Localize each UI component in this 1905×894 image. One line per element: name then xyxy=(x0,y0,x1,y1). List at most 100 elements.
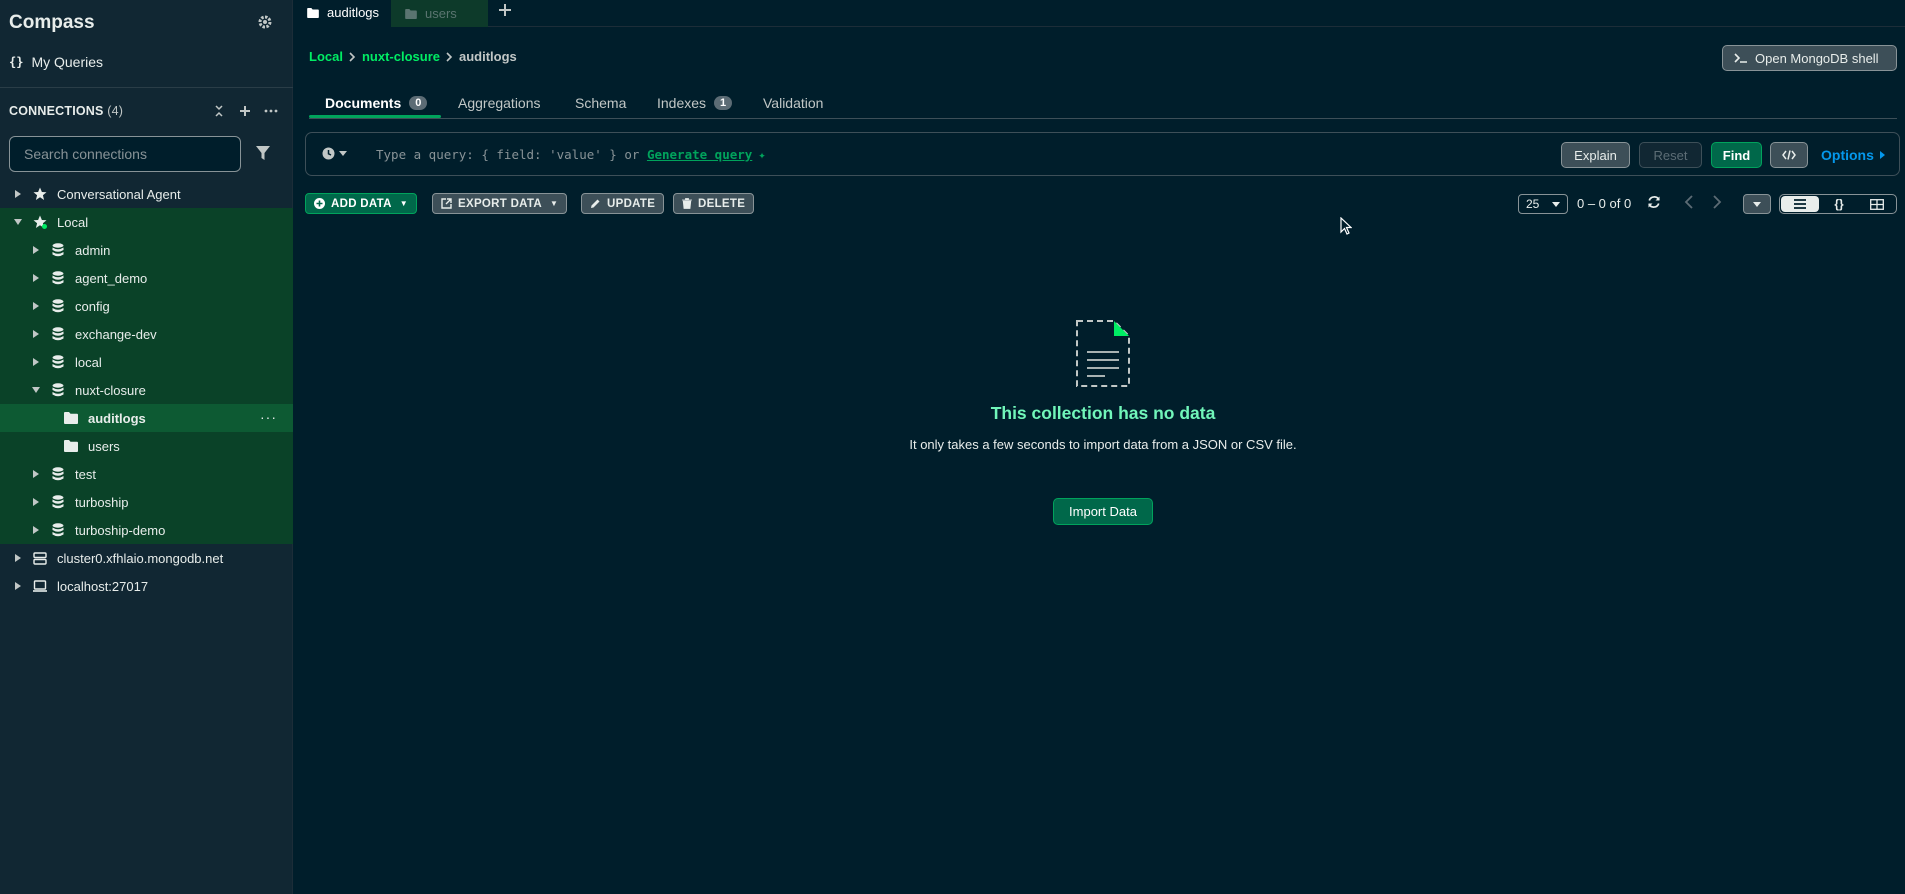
caret-right-icon[interactable] xyxy=(13,581,23,591)
tree-db-turboship-demo[interactable]: turboship-demo xyxy=(0,516,293,544)
subtab-indexes[interactable]: Indexes 1 xyxy=(657,88,733,118)
list-view-icon[interactable] xyxy=(1781,196,1819,212)
chevron-right-icon xyxy=(349,51,356,62)
app-title: Compass xyxy=(9,12,95,33)
terminal-icon xyxy=(1734,52,1748,64)
tree-collection-users[interactable]: users xyxy=(0,432,293,460)
json-view-icon[interactable]: {} xyxy=(1820,195,1858,213)
tree-label: admin xyxy=(75,242,111,258)
caret-right-icon[interactable] xyxy=(31,273,41,283)
database-icon xyxy=(51,495,65,509)
subtab-aggregations[interactable]: Aggregations xyxy=(458,88,541,118)
connections-count: (4) xyxy=(107,104,124,118)
query-history-button[interactable] xyxy=(322,147,347,160)
tree-collection-auditlogs[interactable]: auditlogs ··· xyxy=(0,404,293,432)
laptop-icon xyxy=(33,579,47,593)
subtab-schema[interactable]: Schema xyxy=(575,88,626,118)
open-shell-button[interactable]: Open MongoDB shell xyxy=(1722,45,1897,71)
mouse-cursor-icon xyxy=(1340,217,1352,235)
chevron-right-icon xyxy=(446,51,453,62)
caret-down-icon xyxy=(1753,201,1761,207)
caret-right-icon[interactable] xyxy=(31,245,41,255)
caret-right-icon[interactable] xyxy=(31,357,41,367)
tree-db-exchange-dev[interactable]: exchange-dev xyxy=(0,320,293,348)
export-data-label: EXPORT DATA xyxy=(458,197,543,210)
subtab-label: Validation xyxy=(763,95,824,111)
search-connections-input[interactable] xyxy=(9,136,241,172)
tree-label: cluster0.xfhlaio.mongodb.net xyxy=(57,550,224,566)
tree-db-agent-demo[interactable]: agent_demo xyxy=(0,264,293,292)
code-icon xyxy=(1782,150,1796,160)
tree-db-turboship[interactable]: turboship xyxy=(0,488,293,516)
subtab-label: Indexes xyxy=(657,95,707,111)
database-icon xyxy=(51,383,65,397)
breadcrumb-connection[interactable]: Local xyxy=(309,49,343,64)
new-tab-plus-icon[interactable] xyxy=(499,4,511,16)
caret-right-icon[interactable] xyxy=(31,469,41,479)
table-view-icon[interactable] xyxy=(1858,195,1896,213)
collection-more-icon[interactable]: ··· xyxy=(260,410,277,424)
caret-right-icon[interactable] xyxy=(31,497,41,507)
explain-button[interactable]: Explain xyxy=(1561,142,1630,168)
caret-right-icon[interactable] xyxy=(13,553,23,563)
caret-down-icon[interactable] xyxy=(31,385,41,395)
previous-page-icon[interactable] xyxy=(1684,195,1694,209)
caret-down-icon[interactable] xyxy=(13,217,23,227)
import-data-button[interactable]: Import Data xyxy=(1053,498,1153,525)
refresh-icon[interactable] xyxy=(1647,195,1661,209)
caret-right-icon[interactable] xyxy=(31,525,41,535)
subtab-validation[interactable]: Validation xyxy=(763,88,823,118)
sparkle-icon: ✦ xyxy=(758,147,766,162)
filter-icon[interactable] xyxy=(256,145,270,161)
connections-more-icon[interactable] xyxy=(263,103,279,119)
database-icon xyxy=(51,299,65,313)
plus-circle-icon xyxy=(314,198,325,209)
subtab-label: Schema xyxy=(575,95,627,111)
query-placeholder: Type a query: { field: 'value' } or xyxy=(376,147,640,162)
breadcrumb-database[interactable]: nuxt-closure xyxy=(362,49,440,64)
database-icon xyxy=(51,243,65,257)
tab-bar: auditlogs users xyxy=(293,0,1905,27)
query-input[interactable]: Type a query: { field: 'value' } or Gene… xyxy=(376,147,766,162)
tree-db-nuxt-closure[interactable]: nuxt-closure xyxy=(0,376,293,404)
add-data-button[interactable]: ADD DATA ▼ xyxy=(305,193,417,214)
tree-label: exchange-dev xyxy=(75,326,157,342)
folder-icon xyxy=(64,411,78,425)
add-connection-icon[interactable] xyxy=(237,103,253,119)
tree-connection-conversational-agent[interactable]: Conversational Agent xyxy=(0,180,293,208)
my-queries-link[interactable]: {} My Queries xyxy=(9,54,103,70)
next-page-icon[interactable] xyxy=(1712,195,1722,209)
tree-db-admin[interactable]: admin xyxy=(0,236,293,264)
caret-right-icon[interactable] xyxy=(31,301,41,311)
tab-auditlogs[interactable]: auditlogs xyxy=(293,0,391,27)
tree-connection-cluster0[interactable]: cluster0.xfhlaio.mongodb.net xyxy=(0,544,293,572)
breadcrumb: Local nuxt-closure auditlogs xyxy=(309,49,517,64)
tree-connection-local[interactable]: Local xyxy=(0,208,293,236)
caret-down-icon xyxy=(339,151,347,156)
clock-icon xyxy=(322,147,335,160)
tree-db-local[interactable]: local xyxy=(0,348,293,376)
reset-button[interactable]: Reset xyxy=(1639,142,1702,168)
caret-right-icon[interactable] xyxy=(13,189,23,199)
caret-right-icon[interactable] xyxy=(31,329,41,339)
tab-users[interactable]: users xyxy=(391,0,488,27)
tab-label: auditlogs xyxy=(327,5,380,20)
tree-label: turboship-demo xyxy=(75,522,166,538)
tree-connection-localhost[interactable]: localhost:27017 xyxy=(0,572,293,600)
export-data-button[interactable]: EXPORT DATA ▼ xyxy=(432,193,568,214)
settings-gear-icon[interactable] xyxy=(257,14,273,30)
database-icon xyxy=(51,327,65,341)
view-options-dropdown[interactable] xyxy=(1743,194,1771,214)
generate-query-link[interactable]: Generate query xyxy=(647,147,752,162)
subtab-documents[interactable]: Documents 0 xyxy=(325,88,428,118)
sidebar-divider xyxy=(0,87,293,88)
options-toggle[interactable]: Options xyxy=(1821,147,1885,163)
update-button[interactable]: UPDATE xyxy=(581,193,665,214)
delete-button[interactable]: DELETE xyxy=(673,193,755,214)
page-size-select[interactable]: 25 xyxy=(1518,194,1568,214)
tree-db-config[interactable]: config xyxy=(0,292,293,320)
find-button[interactable]: Find xyxy=(1711,142,1762,168)
tree-db-test[interactable]: test xyxy=(0,460,293,488)
collapse-all-icon[interactable] xyxy=(211,103,227,119)
export-to-language-button[interactable] xyxy=(1770,142,1808,168)
